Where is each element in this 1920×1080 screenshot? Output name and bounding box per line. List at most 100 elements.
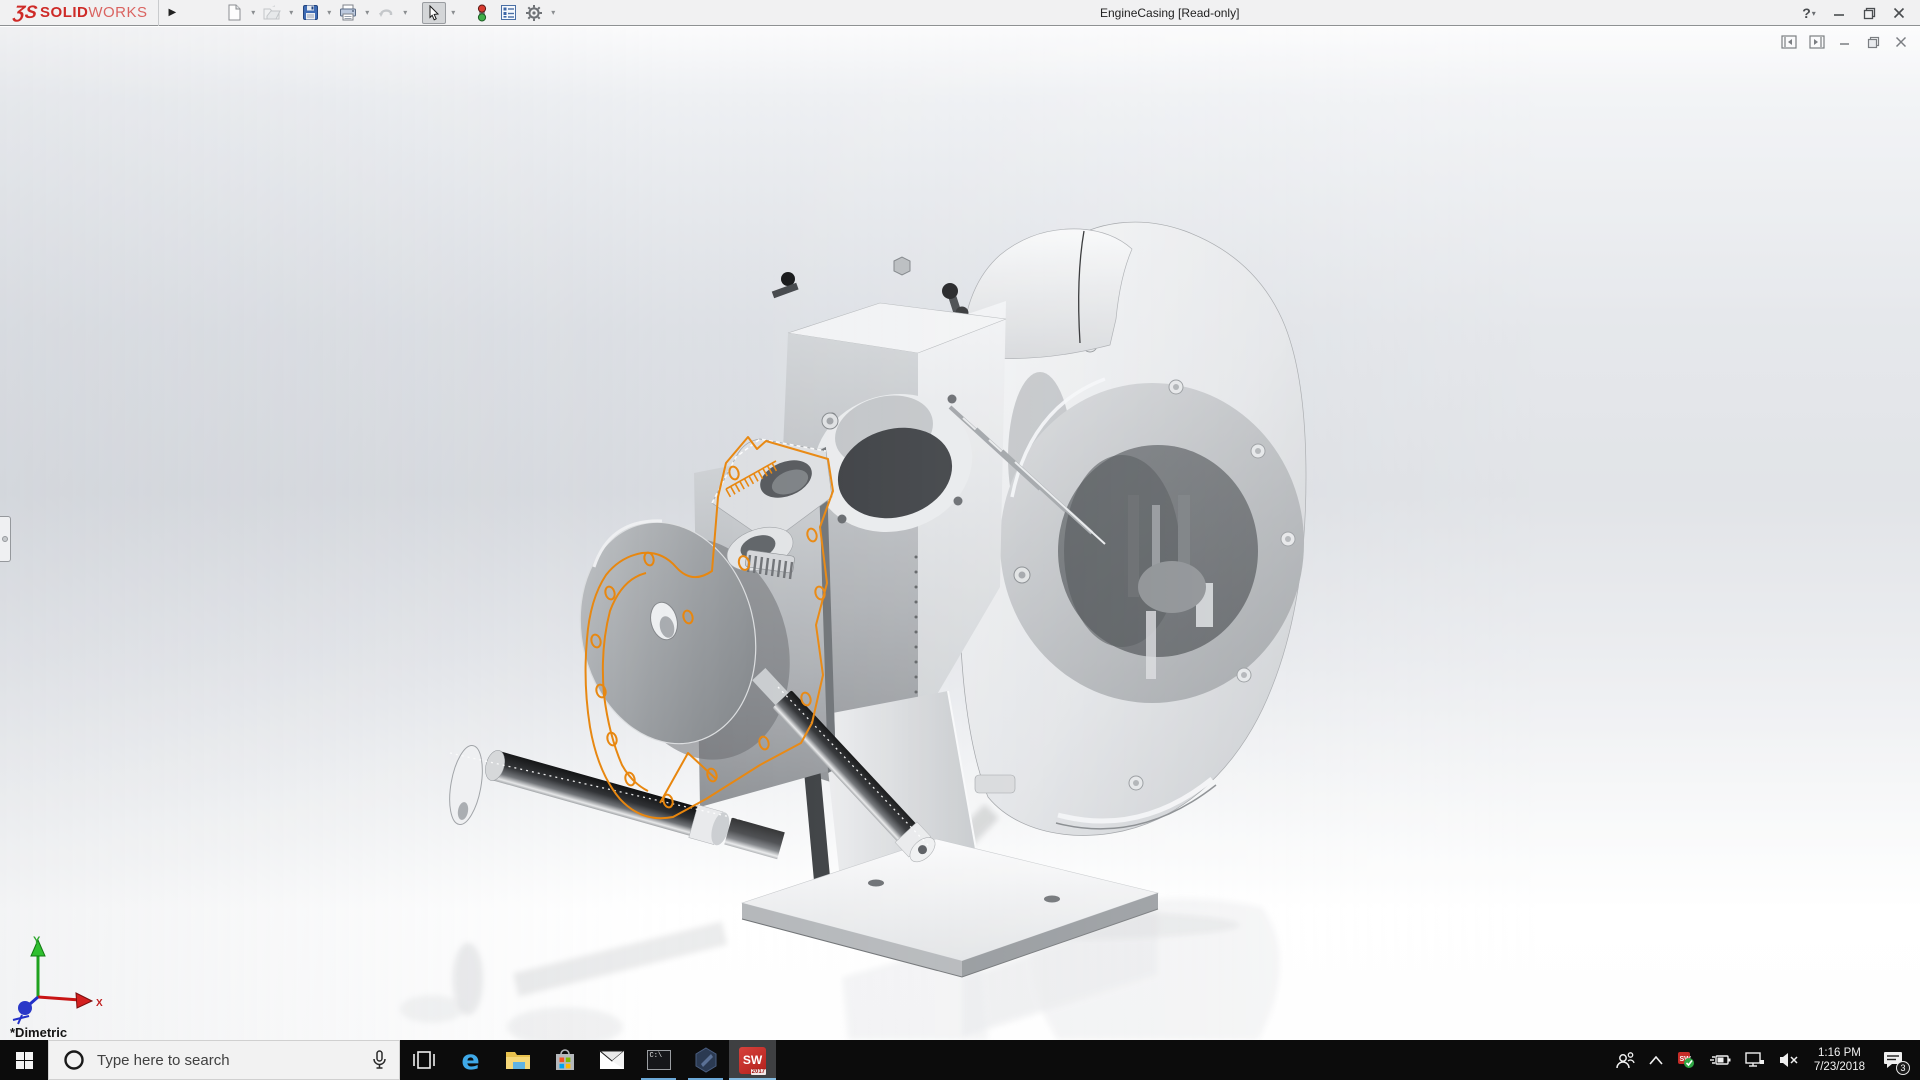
open-document-button[interactable] xyxy=(260,2,284,24)
solidworks-app-button[interactable]: SW 2017 xyxy=(729,1040,776,1080)
reference-triad: Y X xyxy=(0,932,110,1032)
solidworks-logo: ƷS SOLID WORKS xyxy=(0,0,158,26)
mail-icon xyxy=(599,1050,625,1070)
power-button[interactable] xyxy=(1702,1040,1738,1080)
chevron-up-icon xyxy=(1649,1056,1663,1065)
new-document-button[interactable] xyxy=(222,2,246,24)
side-cover-assembly[interactable] xyxy=(557,439,836,807)
save-floppy-icon xyxy=(302,4,319,21)
doc-minimize-icon xyxy=(1839,36,1851,48)
search-placeholder: Type here to search xyxy=(97,1052,372,1069)
help-caret[interactable]: ▾ xyxy=(1812,9,1816,18)
task-view-icon xyxy=(413,1050,435,1070)
pane-left-icon xyxy=(1781,35,1797,49)
edge-button[interactable]: e xyxy=(447,1040,494,1080)
document-title: EngineCasing [Read-only] xyxy=(1100,0,1239,26)
solidworks-app-icon: SW 2017 xyxy=(739,1047,766,1074)
battery-plug-icon xyxy=(1709,1053,1731,1067)
view-orientation-label: *Dimetric xyxy=(10,1025,67,1040)
options-button[interactable] xyxy=(522,2,546,24)
command-prompt-button[interactable]: C:\ xyxy=(635,1040,682,1080)
options-caret[interactable]: ▾ xyxy=(548,8,558,17)
minimize-icon xyxy=(1833,7,1845,19)
clock[interactable]: 1:16 PM 7/23/2018 xyxy=(1806,1046,1873,1074)
solidworks-resource-monitor[interactable]: SW xyxy=(1670,1040,1702,1080)
restore-button[interactable] xyxy=(1854,0,1884,26)
select-tool-button[interactable] xyxy=(422,2,446,24)
print-button[interactable] xyxy=(336,2,360,24)
network-button[interactable] xyxy=(1738,1040,1772,1080)
help-label: ? xyxy=(1802,5,1811,21)
microphone-icon[interactable] xyxy=(372,1050,387,1070)
save-button[interactable] xyxy=(298,2,322,24)
sw-year: 2017 xyxy=(751,1069,766,1075)
task-view-button[interactable] xyxy=(400,1040,447,1080)
print-icon xyxy=(339,4,357,21)
document-window-controls xyxy=(1778,33,1912,51)
new-caret[interactable]: ▾ xyxy=(248,8,258,17)
rebuild-button[interactable] xyxy=(470,2,494,24)
windows-taskbar: Type here to search e xyxy=(0,1040,1920,1080)
tray-overflow-button[interactable] xyxy=(1642,1040,1670,1080)
ethernet-icon xyxy=(1745,1052,1765,1068)
close-button[interactable] xyxy=(1884,0,1914,26)
store-icon xyxy=(554,1048,576,1072)
sw-letters: SW xyxy=(743,1053,762,1067)
rebuild-stoplight-icon xyxy=(476,4,488,22)
mail-button[interactable] xyxy=(588,1040,635,1080)
file-explorer-button[interactable] xyxy=(494,1040,541,1080)
file-properties-icon xyxy=(500,4,517,21)
taskbar-apps: e C:\ xyxy=(400,1040,776,1080)
undo-caret[interactable]: ▾ xyxy=(400,8,410,17)
file-explorer-icon xyxy=(505,1049,531,1071)
minimize-button[interactable] xyxy=(1824,0,1854,26)
x-axis-arrow xyxy=(76,993,92,1008)
store-button[interactable] xyxy=(541,1040,588,1080)
pane-right-icon xyxy=(1809,35,1825,49)
window-controls: ? ▾ xyxy=(1794,0,1914,26)
file-properties-button[interactable] xyxy=(496,2,520,24)
people-button[interactable] xyxy=(1608,1040,1642,1080)
hexagon-app-icon xyxy=(693,1047,719,1073)
undo-icon xyxy=(377,5,395,21)
title-bar: ƷS SOLID WORKS ▶ ▾ ▾ xyxy=(0,0,1920,26)
open-folder-icon xyxy=(263,4,281,21)
volume-muted-icon xyxy=(1779,1052,1799,1068)
engine-casing-model[interactable] xyxy=(0,27,1920,1040)
cortana-icon xyxy=(63,1049,85,1071)
action-center-button[interactable]: 3 xyxy=(1873,1040,1913,1080)
people-icon xyxy=(1615,1051,1635,1069)
open-caret[interactable]: ▾ xyxy=(286,8,296,17)
hexagon-app-button[interactable] xyxy=(682,1040,729,1080)
search-input[interactable]: Type here to search xyxy=(48,1040,400,1080)
z-axis-head xyxy=(18,1001,32,1015)
pane-collapse-left-button[interactable] xyxy=(1778,33,1800,51)
triad-x-label: X xyxy=(96,998,103,1009)
undo-button[interactable] xyxy=(374,2,398,24)
brand-works: WORKS xyxy=(88,4,147,21)
graphics-viewport[interactable]: Y X *Dimetric xyxy=(0,27,1920,1040)
volume-button[interactable] xyxy=(1772,1040,1806,1080)
pane-expand-right-button[interactable] xyxy=(1806,33,1828,51)
doc-restore-button[interactable] xyxy=(1862,33,1884,51)
notification-badge: 3 xyxy=(1896,1061,1910,1075)
windows-logo-icon xyxy=(16,1052,33,1069)
edge-icon: e xyxy=(461,1045,479,1076)
sw-status-icon: SW xyxy=(1677,1051,1695,1069)
feature-manager-collapsed-tab[interactable] xyxy=(0,516,11,562)
print-caret[interactable]: ▾ xyxy=(362,8,372,17)
menu-flyout-button[interactable]: ▶ xyxy=(158,0,187,26)
close-icon xyxy=(1893,7,1905,19)
help-button[interactable]: ? ▾ xyxy=(1794,0,1824,26)
restore-icon xyxy=(1863,7,1876,20)
new-document-icon xyxy=(226,4,243,21)
doc-close-icon xyxy=(1895,36,1907,48)
command-prompt-icon: C:\ xyxy=(647,1050,671,1070)
select-caret[interactable]: ▾ xyxy=(448,8,458,17)
start-button[interactable] xyxy=(0,1040,48,1080)
save-caret[interactable]: ▾ xyxy=(324,8,334,17)
quick-toolbar: ▾ ▾ ▾ xyxy=(222,2,558,24)
doc-close-button[interactable] xyxy=(1890,33,1912,51)
ds-logo-icon: ƷS xyxy=(13,2,39,23)
doc-minimize-button[interactable] xyxy=(1834,33,1856,51)
